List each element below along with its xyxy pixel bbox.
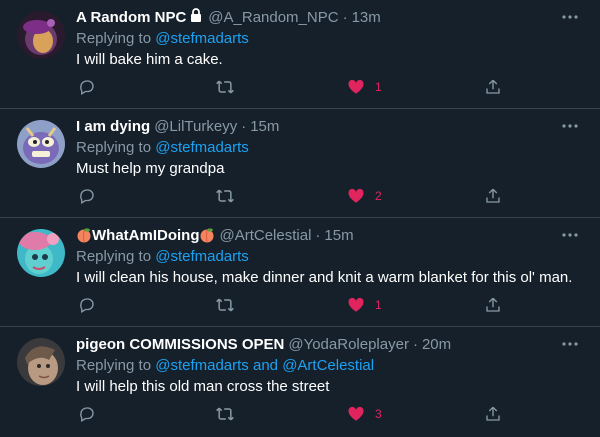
like-count: 1 xyxy=(375,80,382,94)
mention-link[interactable]: @stefmadarts xyxy=(155,139,249,156)
like-button[interactable]: 3 xyxy=(347,404,382,424)
tweet-actions: 2 xyxy=(76,186,516,206)
reply-button[interactable] xyxy=(78,186,96,206)
like-count: 3 xyxy=(375,407,382,421)
share-button[interactable] xyxy=(484,77,502,97)
tweet-actions: 3 xyxy=(76,404,516,424)
peach-emoji-icon xyxy=(76,227,92,243)
timestamp[interactable]: 15m xyxy=(250,118,279,135)
tweet-reply[interactable]: A Random NPC @A_Random_NPC · 13m Replyin… xyxy=(0,0,600,109)
share-icon xyxy=(486,188,500,203)
display-name[interactable]: A Random NPC xyxy=(76,9,186,26)
replying-prefix: Replying to xyxy=(76,357,152,374)
reply-icon xyxy=(80,189,94,204)
reply-icon xyxy=(80,407,94,422)
retweet-button[interactable] xyxy=(215,186,235,206)
user-handle[interactable]: @A_Random_NPC xyxy=(208,9,338,26)
share-button[interactable] xyxy=(484,186,502,206)
reply-button[interactable] xyxy=(78,295,96,315)
mention-link[interactable]: @ArtCelestial xyxy=(282,357,374,374)
reply-icon xyxy=(80,298,94,313)
separator: · xyxy=(241,117,247,135)
avatar[interactable] xyxy=(17,11,65,59)
mention-link[interactable]: @stefmadarts xyxy=(155,30,249,47)
share-button[interactable] xyxy=(484,404,502,424)
lock-icon xyxy=(188,7,204,27)
share-icon xyxy=(486,79,500,94)
like-count: 2 xyxy=(375,189,382,203)
share-icon xyxy=(486,406,500,421)
display-name[interactable]: I am dying xyxy=(76,118,150,135)
reply-icon xyxy=(80,80,94,95)
tweet-actions: 1 xyxy=(76,77,516,97)
separator: · xyxy=(342,8,348,26)
heart-filled-icon xyxy=(348,406,364,421)
like-button[interactable]: 2 xyxy=(347,186,382,206)
replying-prefix: Replying to xyxy=(76,30,152,47)
display-name[interactable]: WhatAmIDoing xyxy=(92,227,199,244)
reply-button[interactable] xyxy=(78,77,96,97)
retweet-icon xyxy=(216,298,234,312)
avatar[interactable] xyxy=(17,120,65,168)
tweet-reply[interactable]: pigeon COMMISSIONS OPEN @YodaRoleplayer … xyxy=(0,327,600,437)
user-handle[interactable]: @LilTurkeyy xyxy=(154,118,237,135)
separator: · xyxy=(412,335,418,353)
heart-filled-icon xyxy=(348,297,364,312)
more-options-icon[interactable] xyxy=(560,116,580,136)
user-handle[interactable]: @ArtCelestial xyxy=(219,227,311,244)
separator: · xyxy=(315,226,321,244)
display-name[interactable]: pigeon COMMISSIONS OPEN xyxy=(76,336,284,353)
more-options-icon[interactable] xyxy=(560,7,580,27)
retweet-button[interactable] xyxy=(215,77,235,97)
replying-prefix: Replying to xyxy=(76,248,152,265)
avatar[interactable] xyxy=(17,338,65,386)
replying-to: Replying to @stefmadarts xyxy=(76,138,588,158)
timestamp[interactable]: 20m xyxy=(422,336,451,353)
replying-to: Replying to @stefmadarts xyxy=(76,247,588,267)
reply-button[interactable] xyxy=(78,404,96,424)
peach-emoji-icon xyxy=(199,227,215,243)
timestamp[interactable]: 15m xyxy=(324,227,353,244)
avatar[interactable] xyxy=(17,229,65,277)
tweet-actions: 1 xyxy=(76,295,516,315)
retweet-button[interactable] xyxy=(215,295,235,315)
tweet-text: Must help my grandpa xyxy=(76,160,225,177)
mention-joiner: and xyxy=(252,357,279,374)
reply-timeline: A Random NPC @A_Random_NPC · 13m Replyin… xyxy=(0,0,600,437)
timestamp[interactable]: 13m xyxy=(352,9,381,26)
share-button[interactable] xyxy=(484,295,502,315)
tweet-reply[interactable]: WhatAmIDoing @ArtCelestial · 15m Replyin… xyxy=(0,218,600,327)
tweet-text: I will bake him a cake. xyxy=(76,51,223,68)
mention-link[interactable]: @stefmadarts xyxy=(155,357,249,374)
replying-to: Replying to @stefmadarts xyxy=(76,29,588,49)
user-handle[interactable]: @YodaRoleplayer xyxy=(288,336,409,353)
replying-prefix: Replying to xyxy=(76,139,152,156)
mention-link[interactable]: @stefmadarts xyxy=(155,248,249,265)
more-options-icon[interactable] xyxy=(560,225,580,245)
tweet-text: I will help this old man cross the stree… xyxy=(76,378,330,395)
retweet-icon xyxy=(216,80,234,94)
more-options-icon[interactable] xyxy=(560,334,580,354)
replying-to: Replying to @stefmadarts and @ArtCelesti… xyxy=(76,356,588,376)
like-button[interactable]: 1 xyxy=(347,295,382,315)
retweet-icon xyxy=(216,189,234,203)
heart-filled-icon xyxy=(348,79,364,94)
heart-filled-icon xyxy=(348,188,364,203)
retweet-button[interactable] xyxy=(215,404,235,424)
share-icon xyxy=(486,297,500,312)
tweet-text: I will clean his house, make dinner and … xyxy=(76,269,573,286)
like-count: 1 xyxy=(375,298,382,312)
like-button[interactable]: 1 xyxy=(347,77,382,97)
retweet-icon xyxy=(216,407,234,421)
tweet-reply[interactable]: I am dying @LilTurkeyy · 15m Replying to… xyxy=(0,109,600,218)
